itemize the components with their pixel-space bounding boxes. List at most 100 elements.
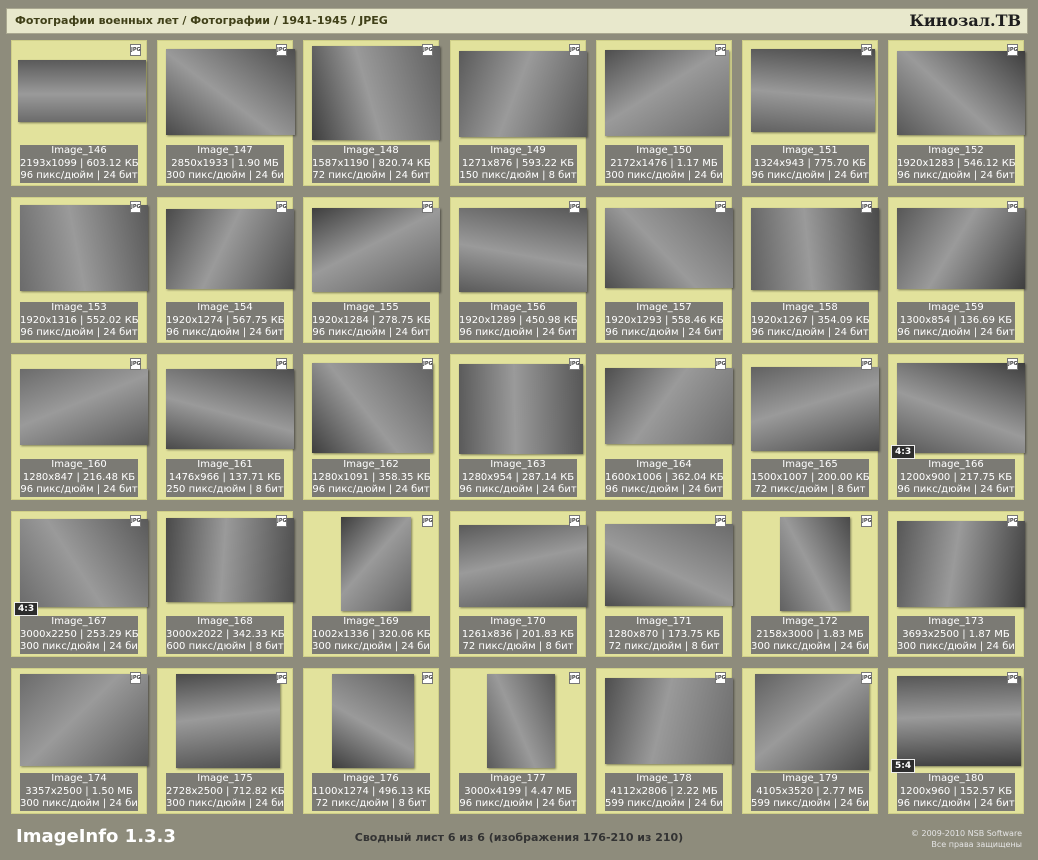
photo-thumbnail[interactable]	[18, 60, 146, 122]
image-dims: 3357x2500 | 1.50 МБ	[25, 785, 133, 797]
image-name: Image_154	[197, 302, 253, 313]
thumbnail-tile[interactable]: JPG Image_152 1920x1283 | 546.12 КБ 96 пикс…	[888, 40, 1025, 186]
photo-thumbnail[interactable]	[176, 674, 280, 768]
image-name: Image_151	[782, 145, 838, 156]
thumbnail-tile[interactable]: JPG Image_163 1280x954 | 287.14 КБ 96 пикс/…	[450, 354, 586, 500]
jpg-file-icon: JPG	[130, 672, 141, 684]
thumbnail-tile[interactable]: JPG 5:4 Image_180 1200x960 | 152.57 КБ 96 пи…	[888, 668, 1024, 814]
thumbnail-tile[interactable]: JPG Image_157 1920x1293 | 558.46 КБ 96 пикс…	[596, 197, 733, 343]
thumbnail-tile[interactable]: JPG Image_148 1587x1190 | 820.74 КБ 72 пикс…	[303, 40, 440, 186]
thumbnail-tile[interactable]: JPG Image_168 3000x2022 | 342.33 КБ 600 пик…	[157, 511, 294, 657]
photo-thumbnail[interactable]	[605, 208, 733, 288]
photo-thumbnail[interactable]	[20, 205, 148, 291]
photo-thumbnail[interactable]	[897, 521, 1025, 607]
image-name: Image_164	[636, 459, 692, 470]
thumbnail-tile[interactable]: JPG Image_170 1261x836 | 201.83 КБ 72 пикс/…	[450, 511, 587, 657]
thumbnail-tile[interactable]: JPG Image_159 1300x854 | 136.69 КБ 96 пикс/…	[888, 197, 1025, 343]
thumbnail-tile[interactable]: JPG Image_169 1002x1336 | 320.06 КБ 300 пик…	[303, 511, 439, 657]
photo-thumbnail[interactable]	[459, 364, 583, 454]
image-name: Image_163	[490, 459, 546, 470]
thumbnail-tile[interactable]: JPG Image_155 1920x1284 | 278.75 КБ 96 пикс…	[303, 197, 440, 343]
photo-thumbnail[interactable]	[166, 49, 295, 135]
image-name: Image_160	[51, 459, 107, 470]
jpg-file-icon: JPG	[130, 44, 141, 56]
jpg-file-icon: JPG	[861, 44, 872, 56]
photo-thumbnail[interactable]	[20, 674, 148, 766]
photo-thumbnail[interactable]	[751, 49, 875, 132]
image-name: Image_169	[343, 616, 399, 627]
image-meta: 300 пикс/дюйм | 24 бит	[20, 641, 138, 653]
thumbnail-tile[interactable]: JPG Image_179 4105x3520 | 2.77 МБ 599 пикс/…	[742, 668, 878, 814]
jpg-file-icon: JPG	[861, 515, 872, 527]
photo-thumbnail[interactable]	[751, 208, 879, 290]
thumbnail-tile[interactable]: JPG Image_175 2728x2500 | 712.82 КБ 300 пик…	[157, 668, 293, 814]
image-name: Image_165	[782, 459, 838, 470]
image-caption: Image_178 4112x2806 | 2.22 МБ 599 пикс/дюй…	[605, 773, 723, 811]
thumbnail-tile[interactable]: JPG Image_156 1920x1289 | 450.98 КБ 96 пикс…	[450, 197, 587, 343]
photo-thumbnail[interactable]	[332, 674, 414, 768]
image-caption: Image_162 1280x1091 | 358.35 КБ 96 пикс/дю…	[312, 459, 430, 497]
image-caption: Image_173 3693x2500 | 1.87 МБ 300 пикс/дюй…	[897, 616, 1015, 654]
photo-thumbnail[interactable]	[459, 208, 587, 292]
photo-thumbnail[interactable]	[459, 525, 587, 607]
thumbnail-tile[interactable]: JPG 4:3 Image_166 1200x900 | 217.75 КБ 96 пи…	[888, 354, 1025, 500]
photo-thumbnail[interactable]	[166, 518, 294, 602]
photo-thumbnail[interactable]	[20, 369, 148, 445]
photo-thumbnail[interactable]	[312, 208, 440, 292]
photo-thumbnail[interactable]	[755, 674, 869, 770]
thumbnail-tile[interactable]: JPG Image_172 2158x3000 | 1.83 МБ 300 пикс/…	[742, 511, 878, 657]
photo-thumbnail[interactable]	[487, 674, 555, 768]
contact-sheet-grid: JPG Image_146 2193x1099 | 603.12 КБ 96 пикс…	[0, 0, 1038, 820]
thumbnail-tile[interactable]: JPG Image_160 1280x847 | 216.48 КБ 96 пикс/…	[11, 354, 148, 500]
thumbnail-tile[interactable]: JPG Image_153 1920x1316 | 552.02 КБ 96 пикс…	[11, 197, 148, 343]
image-dims: 2850x1933 | 1.90 МБ	[171, 157, 279, 169]
image-name: Image_158	[782, 302, 838, 313]
photo-thumbnail[interactable]	[897, 363, 1025, 453]
photo-thumbnail[interactable]	[897, 51, 1025, 135]
image-meta: 96 пикс/дюйм | 24 бит	[897, 327, 1015, 339]
thumbnail-tile[interactable]: JPG Image_162 1280x1091 | 358.35 КБ 96 пикс…	[303, 354, 439, 500]
thumbnail-tile[interactable]: JPG Image_173 3693x2500 | 1.87 МБ 300 пикс/…	[888, 511, 1025, 657]
thumbnail-tile[interactable]: JPG Image_149 1271x876 | 593.22 КБ 150 пикс…	[450, 40, 587, 186]
jpg-file-icon: JPG	[861, 358, 872, 370]
image-meta: 96 пикс/дюйм | 24 бит	[459, 327, 577, 339]
photo-thumbnail[interactable]	[341, 517, 411, 611]
thumbnail-tile[interactable]: JPG Image_161 1476x966 | 137.71 КБ 250 пикс…	[157, 354, 294, 500]
thumbnail-tile[interactable]: JPG Image_174 3357x2500 | 1.50 МБ 300 пикс/…	[11, 668, 148, 814]
image-dims: 4112x2806 | 2.22 МБ	[610, 785, 718, 797]
thumbnail-tile[interactable]: JPG 4:3 Image_167 3000x2250 | 253.29 КБ 300 …	[11, 511, 148, 657]
photo-thumbnail[interactable]	[605, 50, 729, 136]
thumbnail-tile[interactable]: JPG Image_171 1280x870 | 173.75 КБ 72 пикс/…	[596, 511, 733, 657]
thumbnail-tile[interactable]: JPG Image_178 4112x2806 | 2.22 МБ 599 пикс/…	[596, 668, 733, 814]
photo-thumbnail[interactable]	[459, 51, 587, 137]
thumbnail-tile[interactable]: JPG Image_147 2850x1933 | 1.90 МБ 300 пикс/…	[157, 40, 295, 186]
image-caption: Image_177 3000x4199 | 4.47 МБ 96 пикс/дюйм…	[459, 773, 577, 811]
image-meta: 96 пикс/дюйм | 24 бит	[897, 170, 1015, 182]
thumbnail-tile[interactable]: JPG Image_150 2172x1476 | 1.17 МБ 300 пикс/…	[596, 40, 732, 186]
jpg-file-icon: JPG	[569, 44, 580, 56]
photo-thumbnail[interactable]	[897, 208, 1025, 289]
image-caption: Image_169 1002x1336 | 320.06 КБ 300 пикс/д…	[312, 616, 430, 654]
photo-thumbnail[interactable]	[897, 676, 1021, 766]
photo-thumbnail[interactable]	[312, 363, 433, 453]
photo-thumbnail[interactable]	[605, 524, 733, 606]
photo-thumbnail[interactable]	[20, 519, 148, 607]
thumbnail-tile[interactable]: JPG Image_165 1500x1007 | 200.00 КБ 72 пикс…	[742, 354, 879, 500]
photo-thumbnail[interactable]	[312, 46, 440, 140]
thumbnail-tile[interactable]: JPG Image_146 2193x1099 | 603.12 КБ 96 пикс…	[11, 40, 147, 186]
thumbnail-tile[interactable]: JPG Image_158 1920x1267 | 354.09 КБ 96 пикс…	[742, 197, 879, 343]
image-meta: 150 пикс/дюйм | 8 бит	[459, 170, 577, 182]
photo-thumbnail[interactable]	[605, 368, 733, 444]
photo-thumbnail[interactable]	[780, 517, 850, 611]
thumbnail-tile[interactable]: JPG Image_154 1920x1274 | 567.75 КБ 96 пикс…	[157, 197, 294, 343]
photo-thumbnail[interactable]	[166, 369, 294, 449]
thumbnail-tile[interactable]: JPG Image_177 3000x4199 | 4.47 МБ 96 пикс/д…	[450, 668, 586, 814]
image-name: Image_150	[636, 145, 692, 156]
thumbnail-tile[interactable]: JPG Image_151 1324x943 | 775.70 КБ 96 пикс/…	[742, 40, 878, 186]
photo-thumbnail[interactable]	[166, 209, 294, 289]
image-dims: 1500x1007 | 200.00 КБ	[751, 471, 869, 483]
thumbnail-tile[interactable]: JPG Image_176 1100x1274 | 496.13 КБ 72 пикс…	[303, 668, 439, 814]
photo-thumbnail[interactable]	[751, 367, 879, 451]
photo-thumbnail[interactable]	[605, 678, 733, 764]
thumbnail-tile[interactable]: JPG Image_164 1600x1006 | 362.04 КБ 96 пикс…	[596, 354, 733, 500]
